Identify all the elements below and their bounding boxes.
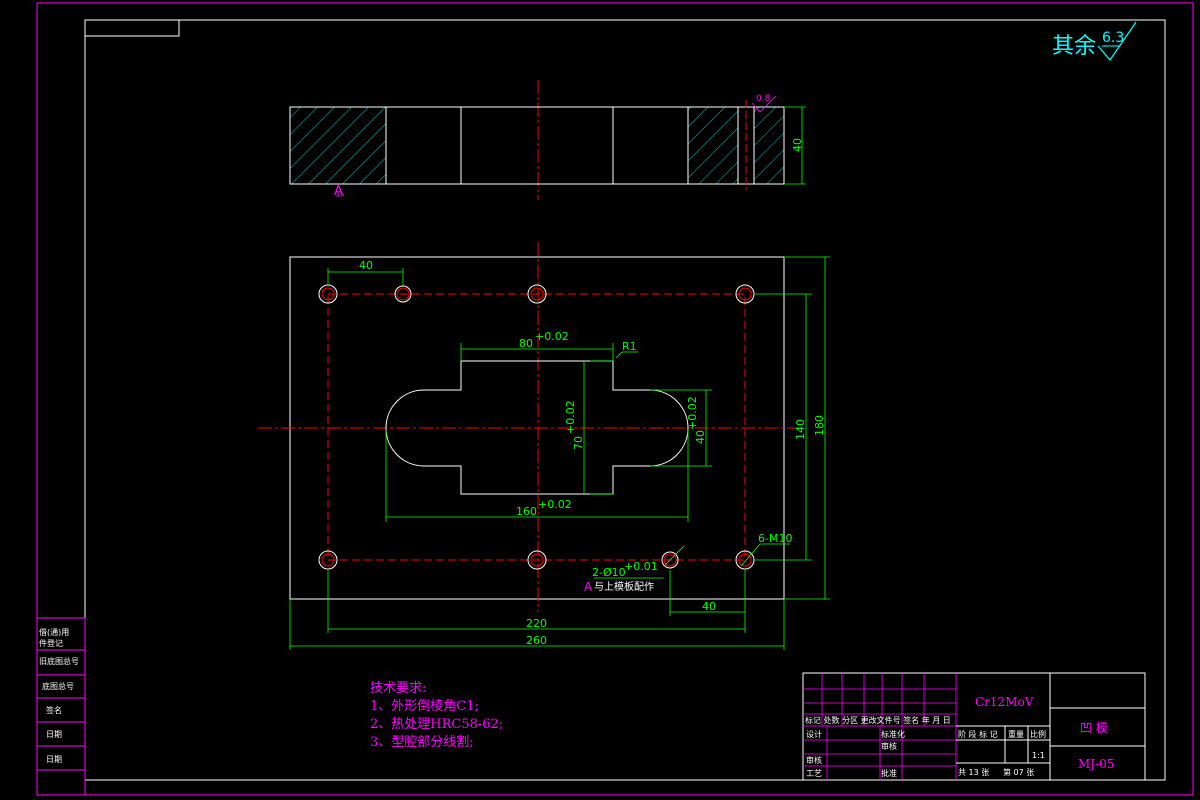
side-label: 件登记 (39, 638, 63, 648)
section-view: 40 0.8 A A-A (289, 80, 806, 200)
pin-tol: +0.01 (624, 560, 658, 573)
dim-inner-w: 220 (526, 617, 547, 630)
stage-mark-label: 阶 段 标 记 (958, 729, 998, 739)
tech-item: 1、外形倒棱角C1; (370, 698, 479, 714)
dim-cavity-center-h-tol: +0.02 (564, 400, 577, 434)
side-label: 日期 (46, 730, 62, 739)
material: Cr12MoV (975, 695, 1034, 709)
dim-cavity-width-tol: +0.02 (538, 498, 572, 511)
dim-outer-h: 180 (813, 415, 826, 436)
tech-item: 3、型腔部分线割; (370, 734, 474, 750)
sheet-total: 共 13 张 (958, 768, 989, 777)
inner-frame (84, 19, 1166, 781)
dim-cavity-end-h-tol: +0.02 (686, 396, 699, 430)
check-label: 审核 (806, 755, 822, 765)
scale-label: 比例 (1030, 729, 1046, 739)
radius-label: R1 (622, 340, 637, 353)
process-label: 工艺 (806, 769, 822, 778)
section-thickness-label: 40 (791, 138, 804, 152)
dim-cavity-top-tol: +0.02 (535, 330, 569, 343)
part-name: 凹 模 (1080, 721, 1108, 735)
approve-label: 批准 (881, 768, 897, 778)
roughness-prefix: 其余 (1052, 34, 1096, 59)
outer-frame (36, 2, 1194, 796)
sheet-no: 第 07 张 (1003, 767, 1034, 777)
cad-drawing: 其余 6.3 40 0.8 A A-A 40 80 +0.02 R1 70 +0… (36, 2, 1194, 796)
standardize-label: 标准化 (881, 729, 905, 739)
thread-label: 6-M10 (758, 532, 792, 545)
side-label: 签名 (46, 705, 62, 715)
tech-requirements: 技术要求: 1、外形倒棱角C1; 2、热处理HRC58-62; 3、型腔部分线割… (370, 681, 503, 750)
dim-cavity-center-h: 70 (572, 436, 585, 450)
dim-cavity-width: 160 (516, 505, 537, 518)
pin-note: 与上模板配作 (594, 580, 654, 593)
dim-hole-pitch-top: 40 (359, 259, 373, 272)
title-block: Cr12MoV 凹 模 MJ-05 标记 处数 分区 更改文件号 签名 年 月 … (802, 672, 1146, 781)
pin-label: 2-Ø10 (592, 566, 626, 579)
side-label: 借(通)用 (39, 627, 69, 637)
section-marker-sub: A-A (336, 193, 345, 199)
side-label: 旧底图总号 (39, 656, 79, 666)
hole (735, 284, 755, 304)
dim-inner-h: 140 (794, 419, 807, 440)
slot-roughness-label: 0.8 (756, 94, 771, 104)
roughness-symbol: 其余 6.3 (1052, 21, 1137, 61)
tech-item: 2、热处理HRC58-62; (370, 717, 503, 732)
drawing-no: MJ-05 (1078, 757, 1114, 771)
review-label: 审核 (881, 741, 897, 751)
weight-label: 重量 (1008, 729, 1024, 739)
header-row: 标记 处数 分区 更改文件号 签名 年 月 日 (805, 715, 951, 725)
dim-cavity-end-h: 40 (694, 430, 707, 444)
corner-box (84, 19, 180, 37)
dim-cavity-top: 80 (519, 337, 533, 350)
plan-view: 40 80 +0.02 R1 70 +0.02 40 +0.02 160 +0.… (258, 242, 830, 650)
side-label: 底图总号 (42, 681, 74, 691)
dim-outer-w: 260 (526, 634, 547, 647)
dim-bottom-pitch: 40 (702, 600, 716, 613)
scale-value: 1:1 (1032, 751, 1045, 760)
tech-title: 技术要求: (370, 681, 426, 696)
side-label: 日期 (46, 755, 62, 764)
pin-note-marker: A (584, 580, 593, 594)
designer-label: 设计 (806, 729, 822, 739)
side-block: 借(通)用 件登记 旧底图总号 底图总号 签名 日期 日期 (36, 617, 86, 796)
